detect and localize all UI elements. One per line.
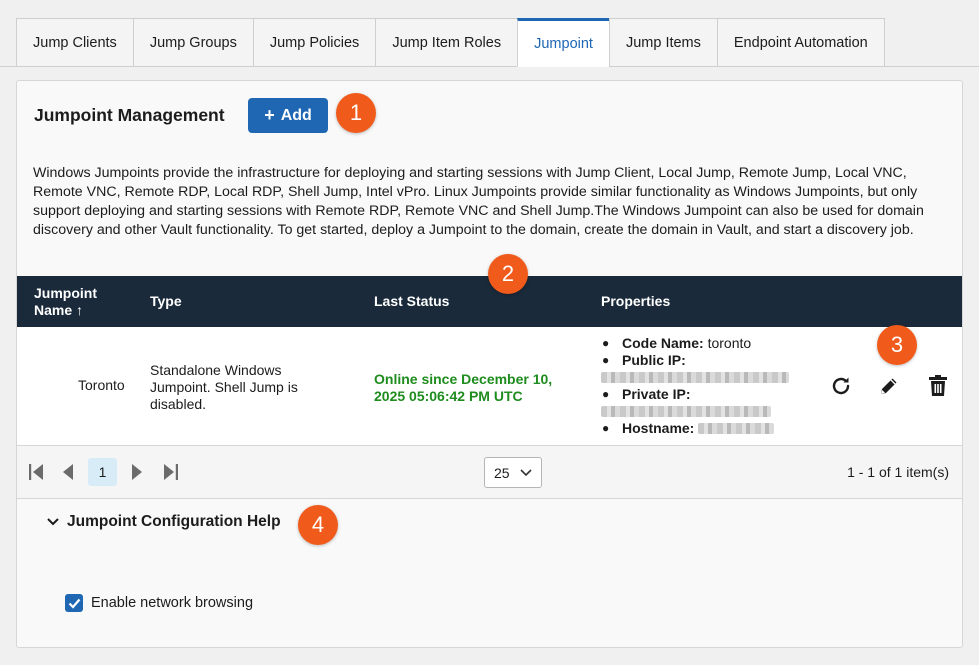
tab-jump-groups[interactable]: Jump Groups (132, 18, 253, 67)
add-jumpoint-button[interactable]: + Add (248, 98, 328, 133)
page-size-select[interactable]: 25 (484, 457, 542, 488)
chevron-down-icon (520, 468, 532, 476)
edit-button[interactable] (875, 372, 903, 400)
checkmark-icon (68, 598, 80, 609)
tab-jump-policies[interactable]: Jump Policies (252, 18, 376, 67)
callout-4: 4 (298, 505, 338, 545)
table-row: Toronto Standalone Windows Jumpoint. She… (17, 327, 962, 446)
network-browsing-checkbox[interactable] (65, 594, 83, 612)
jumpoint-status: Online since December 10, 2025 05:06:42 … (374, 371, 553, 404)
add-button-label: Add (280, 106, 312, 124)
jumpoint-name: Toronto (78, 377, 125, 393)
jumpoint-management-panel: Jumpoint Management + Add Windows Jumpoi… (16, 80, 963, 648)
edit-icon (881, 378, 897, 394)
header-name-line2: Name ↑ (34, 301, 84, 318)
hostname-redacted (698, 423, 775, 434)
network-browsing-option: Enable network browsing (65, 594, 253, 612)
callout-1: 1 (336, 93, 376, 133)
tab-jumpoint[interactable]: Jumpoint (517, 18, 609, 67)
network-browsing-label: Enable network browsing (91, 595, 254, 611)
public-ip-redacted (601, 369, 789, 386)
prop-private-ip: ● Private IP: (602, 386, 691, 402)
config-help-title: Jumpoint Configuration Help (67, 513, 281, 530)
page-title: Jumpoint Management (34, 105, 225, 125)
last-page-icon[interactable] (160, 462, 180, 482)
tab-bar: Jump Clients Jump Groups Jump Policies J… (16, 18, 885, 67)
tab-endpoint-automation[interactable]: Endpoint Automation (716, 18, 885, 67)
header-name-line1: Jumpoint (34, 284, 97, 301)
code-name-value: toronto (707, 335, 752, 351)
chevron-down-icon (47, 518, 59, 526)
page-size-value: 25 (494, 464, 510, 481)
first-page-icon[interactable] (27, 462, 47, 482)
header-last-status[interactable]: Last Status (374, 276, 449, 327)
prop-code-name: ● Code Name: toronto (602, 335, 752, 351)
header-jumpoint-name[interactable]: Jumpoint Name ↑ (34, 276, 97, 327)
plus-icon: + (264, 105, 275, 125)
callout-3: 3 (877, 325, 917, 365)
tab-jump-item-roles[interactable]: Jump Item Roles (375, 18, 518, 67)
tab-jump-items[interactable]: Jump Items (608, 18, 717, 67)
jumpoint-type: Standalone Windows Jumpoint. Shell Jump … (150, 362, 298, 412)
header-properties[interactable]: Properties (601, 276, 670, 327)
delete-icon (929, 375, 947, 396)
current-page[interactable]: 1 (88, 458, 117, 486)
next-page-icon[interactable] (127, 462, 147, 482)
delete-button[interactable] (924, 372, 952, 400)
refresh-icon (832, 377, 850, 395)
private-ip-redacted (601, 403, 789, 420)
prev-page-icon[interactable] (58, 462, 78, 482)
header-type[interactable]: Type (150, 276, 182, 327)
item-count: 1 - 1 of 1 item(s) (847, 464, 949, 480)
jumpoint-description: Windows Jumpoints provide the infrastruc… (33, 165, 924, 238)
prop-public-ip: ● Public IP: (602, 352, 686, 368)
jumpoint-properties: ● Code Name: toronto ● Public IP: ● Private… (601, 335, 789, 437)
refresh-button[interactable] (827, 372, 855, 400)
prop-hostname: ● Hostname: (601, 420, 789, 437)
callout-2: 2 (488, 254, 528, 294)
tab-jump-clients[interactable]: Jump Clients (16, 18, 133, 67)
table-pager: 1 25 1 - 1 of 1 item(s) (17, 446, 962, 499)
config-help-toggle[interactable]: Jumpoint Configuration Help (47, 513, 281, 531)
